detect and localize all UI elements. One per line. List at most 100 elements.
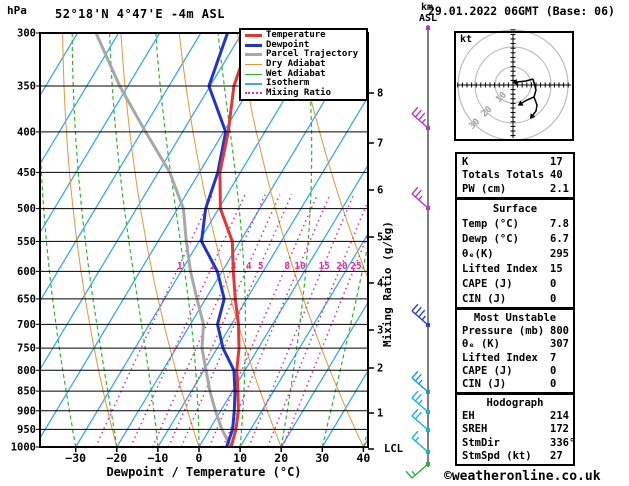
info-row: Temp (°C) 7.8 bbox=[457, 218, 573, 230]
info-label: Pressure (mb) bbox=[462, 324, 545, 337]
km-tick-label: 2 bbox=[377, 363, 383, 375]
info-row: StmDir 336° bbox=[457, 436, 576, 449]
info-row: Totals Totals 40 bbox=[457, 169, 573, 181]
temp-tick-label: 10 bbox=[233, 451, 247, 465]
info-row: K 17 bbox=[457, 156, 573, 168]
info-label: StmDir bbox=[462, 436, 500, 449]
wind-barb-column bbox=[405, 25, 430, 479]
info-label: CAPE (J) bbox=[462, 277, 513, 290]
pressure-tick-label: 350 bbox=[17, 81, 36, 93]
km-tick-label: 6 bbox=[377, 185, 383, 197]
info-value: 336° bbox=[550, 436, 576, 449]
wind-barb-tick bbox=[414, 411, 422, 420]
pressure-tick-label: 600 bbox=[17, 266, 36, 278]
info-label: PW (cm) bbox=[462, 183, 507, 196]
temp-tick-label: −20 bbox=[106, 451, 127, 465]
wind-barb-tick bbox=[414, 189, 422, 198]
info-label: CIN (J) bbox=[462, 378, 507, 391]
mixing-ratio-line bbox=[281, 232, 368, 447]
legend-swatch-dotted bbox=[245, 92, 262, 95]
info-row: Lifted Index 7 bbox=[457, 352, 573, 364]
info-row: θₑ(K) 295 bbox=[457, 248, 573, 260]
mixing-ratio-axis-label: Mixing Ratio (g/kg) bbox=[381, 221, 394, 347]
pressure-tick-label: 900 bbox=[17, 405, 36, 417]
info-row: CAPE (J) 0 bbox=[457, 365, 573, 377]
isotherm-line bbox=[40, 33, 243, 371]
wind-barb-staff bbox=[411, 193, 429, 209]
info-value: 15 bbox=[550, 262, 563, 275]
info-box-surface: Surface Temp (°C) 7.8 Dewp (°C) 6.7 θₑ(K) 295 L… bbox=[455, 198, 575, 309]
mixing-ratio-value-label: 1 bbox=[177, 261, 183, 272]
legend-label: Isotherm bbox=[266, 78, 310, 89]
wind-barb-dot bbox=[426, 26, 430, 30]
info-value: 7.8 bbox=[550, 217, 569, 230]
legend-swatch-line bbox=[245, 34, 262, 38]
hodograph-unit-label: kt bbox=[460, 34, 473, 45]
pressure-tick-label: 400 bbox=[17, 126, 36, 138]
wind-barb-tick bbox=[418, 309, 426, 318]
km-tick-label: 7 bbox=[377, 138, 383, 150]
wind-barb-tick bbox=[414, 393, 422, 402]
pressure-tick-label: 1000 bbox=[11, 442, 36, 454]
info-value: 2.1 bbox=[550, 183, 569, 196]
info-value: 27 bbox=[550, 450, 563, 463]
info-row: θₑ (K) 307 bbox=[457, 338, 573, 350]
pressure-tick-label: 300 bbox=[17, 28, 36, 40]
mixing-ratio-value-label: 8 bbox=[284, 261, 290, 272]
info-row: SREH 172 bbox=[457, 423, 573, 435]
hodograph-trace bbox=[532, 96, 538, 116]
legend-swatch-line bbox=[245, 63, 262, 65]
info-row: CAPE (J) 0 bbox=[457, 278, 573, 290]
wet-adiabat-line bbox=[109, 33, 159, 447]
info-label: Lifted Index bbox=[462, 262, 538, 275]
mixing-ratio-value-label: 25 bbox=[350, 261, 362, 272]
info-value: 295 bbox=[550, 247, 569, 260]
wind-barb-tick bbox=[414, 109, 422, 118]
wind-barb-staff bbox=[411, 310, 429, 326]
mixing-ratio-value-label: 10 bbox=[294, 261, 306, 272]
wind-barb-tick bbox=[411, 370, 419, 379]
info-value: 307 bbox=[550, 338, 569, 351]
info-value: 214 bbox=[550, 410, 569, 423]
dry-adiabat-line bbox=[587, 33, 629, 447]
pressure-tick-label: 700 bbox=[17, 319, 36, 331]
wind-barb-tick bbox=[414, 306, 422, 315]
mixing-ratio-line bbox=[266, 199, 368, 447]
wind-barb-tick bbox=[414, 373, 422, 382]
temp-tick-label: −10 bbox=[148, 451, 169, 465]
pressure-tick-label: 800 bbox=[17, 365, 36, 377]
legend-label: Dry Adiabat bbox=[266, 58, 326, 69]
dewpoint-curve bbox=[200, 33, 237, 447]
dry-adiabat-line bbox=[62, 33, 118, 447]
legend-swatch-line bbox=[245, 82, 262, 85]
wet-adiabat-line bbox=[71, 33, 118, 447]
legend-swatch-line bbox=[245, 73, 262, 75]
wind-barb-tick bbox=[405, 470, 413, 479]
skewt-sounding-page: 1 2 3 4 5 8 10 15 20 25 300 350 400 450 500 550 600 650 70… bbox=[0, 0, 629, 486]
temp-tick-label: −30 bbox=[65, 451, 86, 465]
temp-tick-label: 20 bbox=[274, 451, 288, 465]
wind-barb-tick bbox=[411, 303, 419, 312]
wind-barb-tick bbox=[418, 112, 426, 121]
info-row: Pressure (mb) 800 bbox=[457, 325, 573, 337]
info-label: Lifted Index bbox=[462, 351, 538, 364]
info-value: 0 bbox=[550, 364, 557, 377]
copyright: ©weatheronline.co.uk bbox=[444, 469, 601, 484]
wet-adiabat-line bbox=[40, 121, 77, 447]
legend-item: Temperature bbox=[241, 31, 366, 40]
mixing-ratio-line bbox=[151, 194, 266, 447]
pressure-tick-label: 650 bbox=[17, 293, 36, 305]
pressure-tick-label: 750 bbox=[17, 343, 36, 355]
legend-item: Isotherm bbox=[241, 79, 366, 88]
wind-barb-tick bbox=[411, 430, 419, 439]
wind-barb-tick bbox=[411, 408, 419, 417]
pressure-tick-label: 950 bbox=[17, 424, 36, 436]
date-title: 29.01.2022 06GMT (Base: 06) bbox=[428, 4, 615, 18]
isotherm-line bbox=[40, 33, 79, 97]
wet-adiabat-line bbox=[155, 33, 200, 447]
wind-barb-staff bbox=[411, 377, 429, 393]
info-label: StmSpd (kt) bbox=[462, 450, 532, 463]
info-value: 0 bbox=[550, 277, 557, 290]
info-value: 40 bbox=[550, 169, 563, 182]
info-value: 172 bbox=[550, 423, 569, 436]
